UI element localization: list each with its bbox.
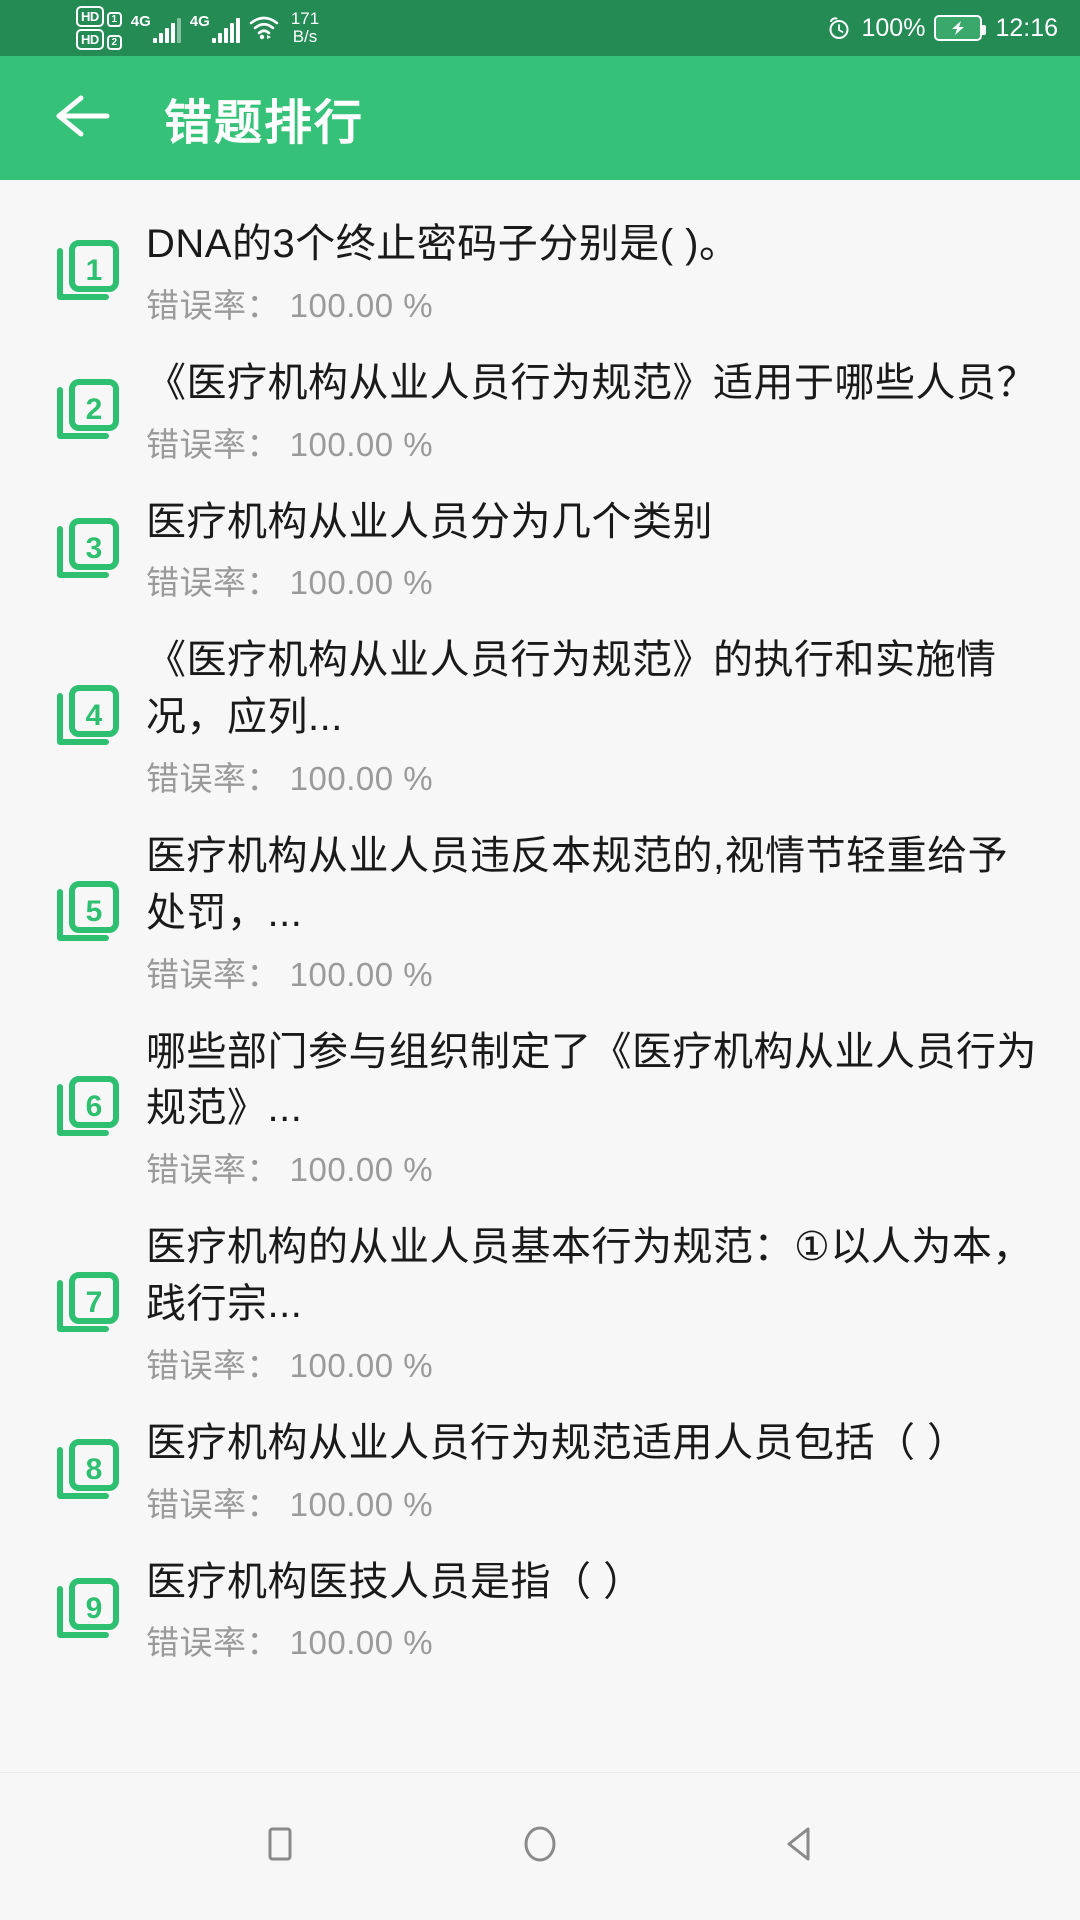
sim1-index-badge: 1 <box>106 12 122 27</box>
circle-home-icon <box>517 1821 563 1872</box>
svg-text:1: 1 <box>86 254 103 287</box>
network-speed-unit: B/s <box>292 27 318 46</box>
battery-percent-label: 100% <box>861 13 926 42</box>
rank-badge-icon: 6 <box>40 1067 136 1147</box>
arrow-left-icon <box>51 92 113 145</box>
recents-button[interactable] <box>235 1802 325 1892</box>
svg-text:2: 2 <box>86 393 103 426</box>
list-item-body: 《医疗机构从业人员行为规范》的执行和实施情况，应列... 错误率： 100.00 … <box>136 632 1050 800</box>
sim1-signal-group: 4G <box>131 14 181 43</box>
status-bar: HD 1 HD 2 4G 4G 171 B/s 100% 12:16 <box>0 0 1080 56</box>
list-item-body: 《医疗机构从业人员行为规范》适用于哪些人员？ 错误率： 100.00 % <box>136 355 1050 466</box>
hd-badge-icon-2: HD <box>76 29 104 50</box>
rank-badge-icon: 9 <box>40 1569 136 1649</box>
rank-badge-icon: 1 <box>40 231 136 311</box>
svg-text:8: 8 <box>86 1453 103 1486</box>
system-navigation-bar <box>0 1772 1080 1920</box>
status-bar-left-group: HD 1 HD 2 4G 4G 171 B/s <box>76 6 319 50</box>
svg-text:6: 6 <box>86 1090 103 1123</box>
question-text: DNA的3个终止密码子分别是( )。 <box>146 222 740 266</box>
sim2-signal-group: 4G <box>190 14 240 43</box>
network-speed-value: 171 <box>290 9 320 29</box>
error-rate-text: 错误率： 100.00 % <box>146 1624 434 1662</box>
error-rate-text: 错误率： 100.00 % <box>146 955 434 993</box>
rank-badge-icon: 7 <box>40 1263 136 1343</box>
error-rate-text: 错误率： 100.00 % <box>146 1151 434 1189</box>
error-rate-text: 错误率： 100.00 % <box>146 564 434 602</box>
volte-hd-indicators: HD 1 HD 2 <box>76 6 122 50</box>
list-item-body: 医疗机构从业人员违反本规范的,视情节轻重给予处罚，... 错误率： 100.00 … <box>136 828 1050 996</box>
list-item[interactable]: 6 哪些部门参与组织制定了《医疗机构从业人员行为规范》... 错误率： 100.00… <box>0 1010 1080 1206</box>
back-button[interactable] <box>46 82 118 154</box>
status-bar-clock: 12:16 <box>995 13 1058 42</box>
page-title: 错题排行 <box>164 97 365 150</box>
triangle-back-icon <box>777 1821 823 1872</box>
list-item-body: 医疗机构医技人员是指（ ） 错误率： 100.00 % <box>136 1554 1050 1665</box>
rank-badge-icon: 2 <box>40 370 136 450</box>
list-item-body: 哪些部门参与组织制定了《医疗机构从业人员行为规范》... 错误率： 100.00 … <box>136 1024 1050 1192</box>
svg-text:9: 9 <box>86 1592 103 1625</box>
error-rate-text: 错误率： 100.00 % <box>146 425 434 463</box>
question-text: 医疗机构从业人员分为几个类别 <box>146 499 713 544</box>
square-recents-icon <box>257 1821 303 1872</box>
network-type-label-2: 4G <box>189 12 210 30</box>
signal-bars-icon-1 <box>152 17 181 43</box>
list-item-body: DNA的3个终止密码子分别是( )。错误率： 100.00 % <box>136 216 1050 327</box>
question-text: 医疗机构的从业人员基本行为规范：①以人为本，践行宗... <box>146 1225 1033 1326</box>
list-item[interactable]: 1 DNA的3个终止密码子分别是( )。错误率： 100.00 % <box>0 202 1080 341</box>
svg-text:4: 4 <box>86 699 103 732</box>
network-speed-indicator: 171 B/s <box>291 10 319 46</box>
list-item[interactable]: 3 医疗机构从业人员分为几个类别错误率： 100.00 % <box>0 480 1080 619</box>
rank-badge-icon: 8 <box>40 1430 136 1510</box>
sim1-hd-row: HD 1 <box>76 6 122 27</box>
question-text: 《医疗机构从业人员行为规范》的执行和实施情况，应列... <box>146 638 997 740</box>
rank-badge-icon: 5 <box>40 872 136 952</box>
error-rate-text: 错误率： 100.00 % <box>146 1346 434 1384</box>
list-item[interactable]: 8 医疗机构从业人员行为规范适用人员包括（ ） 错误率： 100.00 % <box>0 1401 1080 1540</box>
sim2-hd-row: HD 2 <box>76 29 122 50</box>
question-text: 医疗机构医技人员是指（ ） <box>146 1559 644 1604</box>
list-item[interactable]: 7 医疗机构的从业人员基本行为规范：①以人为本，践行宗... 错误率： 100.00… <box>0 1205 1080 1401</box>
battery-charging-icon <box>934 15 987 41</box>
svg-text:7: 7 <box>86 1286 103 1319</box>
rank-badge-icon: 3 <box>40 509 136 589</box>
list-item-body: 医疗机构从业人员分为几个类别错误率： 100.00 % <box>136 494 1050 605</box>
rank-badge-icon: 4 <box>40 676 136 756</box>
error-rate-text: 错误率： 100.00 % <box>146 1485 434 1523</box>
list-item[interactable]: 9 医疗机构医技人员是指（ ） 错误率： 100.00 % <box>0 1540 1080 1679</box>
wrong-question-ranking-list[interactable]: 1 DNA的3个终止密码子分别是( )。错误率： 100.00 % 2 《医疗机构从业… <box>0 180 1080 1772</box>
app-bar: 错题排行 <box>0 56 1080 180</box>
question-text: 医疗机构从业人员行为规范适用人员包括（ ） <box>146 1420 968 1465</box>
error-rate-text: 错误率： 100.00 % <box>146 759 434 797</box>
svg-text:3: 3 <box>86 532 103 565</box>
question-text: 哪些部门参与组织制定了《医疗机构从业人员行为规范》... <box>146 1029 1037 1131</box>
sim2-index-badge: 2 <box>106 35 122 50</box>
list-item[interactable]: 4 《医疗机构从业人员行为规范》的执行和实施情况，应列... 错误率： 100.00… <box>0 618 1080 814</box>
signal-bars-icon-2 <box>211 17 240 43</box>
home-button[interactable] <box>495 1802 585 1892</box>
list-item[interactable]: 5 医疗机构从业人员违反本规范的,视情节轻重给予处罚，... 错误率： 100.00… <box>0 814 1080 1010</box>
alarm-clock-icon <box>826 15 852 41</box>
network-type-label-1: 4G <box>130 12 151 30</box>
list-item-body: 医疗机构从业人员行为规范适用人员包括（ ） 错误率： 100.00 % <box>136 1415 1050 1526</box>
status-bar-right-group: 100% 12:16 <box>826 14 1058 43</box>
back-nav-button[interactable] <box>755 1802 845 1892</box>
svg-text:5: 5 <box>86 895 103 928</box>
hd-badge-icon: HD <box>76 6 104 27</box>
list-item[interactable]: 2 《医疗机构从业人员行为规范》适用于哪些人员？ 错误率： 100.00 % <box>0 341 1080 480</box>
question-text: 医疗机构从业人员违反本规范的,视情节轻重给予处罚，... <box>146 833 1009 935</box>
error-rate-text: 错误率： 100.00 % <box>146 286 434 324</box>
question-text: 《医疗机构从业人员行为规范》适用于哪些人员？ <box>146 360 1037 405</box>
list-item-body: 医疗机构的从业人员基本行为规范：①以人为本，践行宗... 错误率： 100.00 … <box>136 1219 1050 1387</box>
wifi-icon <box>249 15 279 41</box>
